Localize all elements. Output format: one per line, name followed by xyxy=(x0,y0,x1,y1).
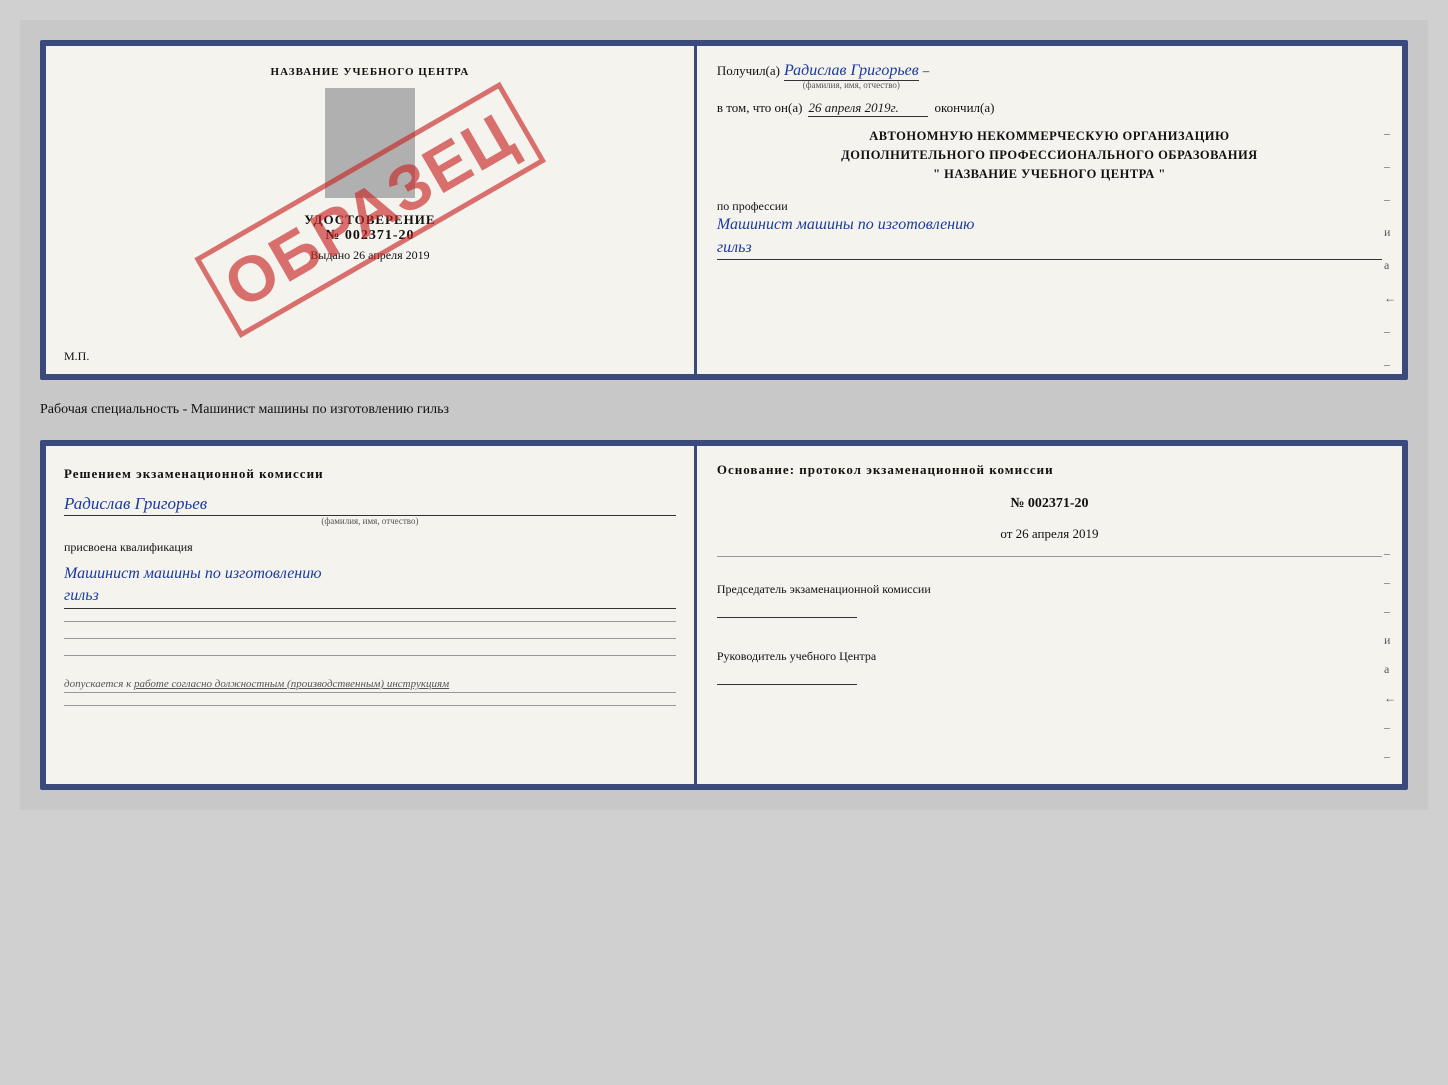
qualification-value: Машинист машины по изготовлению гильз xyxy=(64,563,676,609)
org-line1: АВТОНОМНУЮ НЕКОММЕРЧЕСКУЮ ОРГАНИЗАЦИЮ xyxy=(717,127,1382,146)
director-signature-line xyxy=(717,667,857,685)
cert-right-panel: Получил(а) Радислав Григорьев (фамилия, … xyxy=(697,46,1402,374)
date-suffix: окончил(а) xyxy=(934,100,994,116)
certificate-bottom: Решением экзаменационной комиссии Радисл… xyxy=(40,440,1408,790)
separator-line-2 xyxy=(64,638,676,639)
director-title: Руководитель учебного Центра xyxy=(717,648,1382,665)
chairman-title: Председатель экзаменационной комиссии xyxy=(717,581,1382,598)
profession-section: по профессии Машинист машины по изготовл… xyxy=(717,193,1382,260)
admission-text: допускается к работе согласно должностны… xyxy=(64,676,676,694)
received-label: Получил(а) xyxy=(717,63,780,79)
received-line: Получил(а) Радислав Григорьев (фамилия, … xyxy=(717,62,1382,90)
issued-date-value: 26 апреля 2019 xyxy=(353,248,429,262)
specialty-label: Рабочая специальность - Машинист машины … xyxy=(40,398,1408,422)
profession-label: по профессии xyxy=(717,199,1382,214)
cert-label: УДОСТОВЕРЕНИЕ xyxy=(304,212,435,228)
director-block: Руководитель учебного Центра xyxy=(717,648,1382,685)
mp-label: М.П. xyxy=(64,349,89,364)
qualification-label: присвоена квалификация xyxy=(64,540,676,555)
cert-number: № 002371-20 xyxy=(325,228,414,244)
basis-number: № 002371-20 xyxy=(717,496,1382,512)
chairman-signature-line xyxy=(717,600,857,618)
person-section-bottom: Радислав Григорьев (фамилия, имя, отчест… xyxy=(64,490,676,526)
commission-title: Решением экзаменационной комиссии xyxy=(64,466,676,482)
chairman-block: Председатель экзаменационной комиссии xyxy=(717,581,1382,618)
profession-value: Машинист машины по изготовлению гильз xyxy=(717,214,1382,260)
org-line2: ДОПОЛНИТЕЛЬНОГО ПРОФЕССИОНАЛЬНОГО ОБРАЗО… xyxy=(717,146,1382,165)
separator-line-4 xyxy=(64,705,676,706)
org-block: АВТОНОМНУЮ НЕКОММЕРЧЕСКУЮ ОРГАНИЗАЦИЮ ДО… xyxy=(717,127,1382,183)
cert-left-panel: НАЗВАНИЕ УЧЕБНОГО ЦЕНТРА УДОСТОВЕРЕНИЕ №… xyxy=(46,46,697,374)
issued-date: Выдано 26 апреля 2019 xyxy=(310,248,429,263)
date-prefix: в том, что он(а) xyxy=(717,100,803,116)
separator-line-1 xyxy=(64,621,676,622)
institution-name-top: НАЗВАНИЕ УЧЕБНОГО ЦЕНТРА xyxy=(271,66,470,78)
name-caption-top: (фамилия, имя, отчество) xyxy=(784,80,919,90)
bottom-right-dashes: – – – и а ← – – xyxy=(1384,546,1396,764)
certificate-top: НАЗВАНИЕ УЧЕБНОГО ЦЕНТРА УДОСТОВЕРЕНИЕ №… xyxy=(40,40,1408,380)
photo-placeholder xyxy=(325,88,415,198)
bottom-right-panel: Основание: протокол экзаменационной коми… xyxy=(697,446,1402,784)
name-caption-bottom: (фамилия, имя, отчество) xyxy=(64,516,676,526)
date-line: в том, что он(а) 26 апреля 2019г. окончи… xyxy=(717,100,1382,117)
bottom-left-panel: Решением экзаменационной комиссии Радисл… xyxy=(46,446,697,784)
basis-date: от 26 апреля 2019 xyxy=(717,526,1382,542)
org-name-quotes: " НАЗВАНИЕ УЧЕБНОГО ЦЕНТРА " xyxy=(717,165,1382,184)
date-value: 26 апреля 2019г. xyxy=(808,100,928,117)
basis-title: Основание: протокол экзаменационной коми… xyxy=(717,462,1382,478)
basis-separator xyxy=(717,556,1382,557)
person-name-top: Радислав Григорьев xyxy=(784,62,919,81)
issued-label: Выдано xyxy=(310,248,350,262)
separator-line-3 xyxy=(64,655,676,656)
side-dashes: – – – и а ← – – xyxy=(1384,126,1396,372)
person-name-bottom: Радислав Григорьев xyxy=(64,494,676,516)
